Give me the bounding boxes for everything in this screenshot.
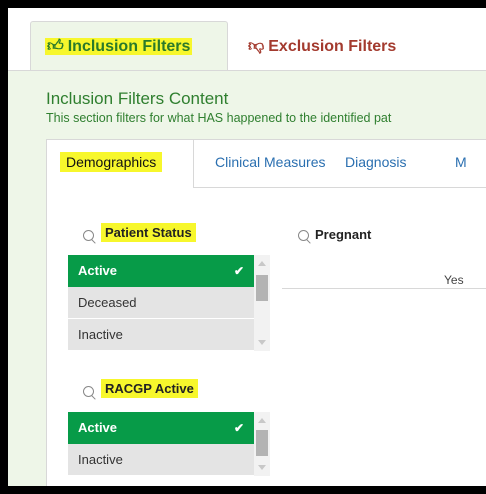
checkmark-icon: ✔ (233, 264, 244, 278)
scroll-down-icon[interactable] (258, 340, 266, 345)
list-item-deceased[interactable]: Deceased (68, 287, 254, 319)
checkmark-icon: ✔ (233, 421, 244, 435)
list-item-label: Deceased (78, 295, 137, 310)
tab-inclusion-filters[interactable]: 👍︎ Inclusion Filters (45, 37, 193, 56)
tab-more[interactable]: M (455, 154, 467, 170)
pregnant-label: Pregnant (315, 227, 372, 242)
content-subtitle: This section filters for what HAS happen… (46, 111, 392, 125)
tab-clinical-measures[interactable]: Clinical Measures (215, 154, 325, 170)
scrollbar-thumb[interactable] (256, 430, 268, 456)
list-item-active[interactable]: Active ✔ (68, 255, 254, 287)
list-item-inactive[interactable]: Inactive (68, 319, 254, 351)
patient-status-listbox[interactable]: Active ✔ Deceased Inactive (68, 255, 270, 351)
list-item-label: Inactive (78, 452, 123, 467)
list-item-inactive[interactable]: Inactive (68, 444, 254, 476)
tab-demographics[interactable]: Demographics (60, 152, 163, 172)
scrollbar[interactable] (254, 412, 270, 476)
list-item-active[interactable]: Active ✔ (68, 412, 254, 444)
content-title: Inclusion Filters Content (46, 89, 229, 108)
racgp-active-label: RACGP Active (101, 379, 198, 398)
scroll-up-icon[interactable] (258, 418, 266, 423)
search-icon[interactable] (83, 230, 94, 241)
scroll-down-icon[interactable] (258, 465, 266, 470)
scroll-up-icon[interactable] (258, 261, 266, 266)
tab-exclusion-label: Exclusion Filters (268, 38, 397, 55)
filter-type-tabbar: 👍︎ Inclusion Filters 👎︎ Exclusion Filters (8, 8, 486, 74)
patient-status-label: Patient Status (101, 223, 196, 242)
racgp-active-header[interactable]: RACGP Active (101, 379, 198, 398)
tab-inclusion-label: Inclusion Filters (67, 38, 191, 55)
app-frame: 👍︎ Inclusion Filters 👎︎ Exclusion Filters … (8, 8, 486, 486)
tab-exclusion-filters[interactable]: 👎︎ Exclusion Filters (248, 37, 396, 56)
pregnant-value-yes[interactable]: Yes (444, 273, 464, 287)
list-item-label: Active (78, 263, 118, 278)
tab-diagnosis[interactable]: Diagnosis (345, 154, 406, 170)
scrollbar-thumb[interactable] (256, 275, 268, 301)
patient-status-header[interactable]: Patient Status (101, 223, 196, 242)
racgp-active-listbox[interactable]: Active ✔ Inactive (68, 412, 270, 476)
pregnant-header[interactable]: Pregnant (315, 227, 371, 242)
scrollbar[interactable] (254, 255, 270, 351)
thumbs-up-icon: 👍︎ (47, 38, 64, 55)
tab-divider (194, 187, 486, 188)
list-item-label: Inactive (78, 327, 123, 342)
list-item-label: Active (78, 420, 118, 435)
search-icon[interactable] (298, 230, 309, 241)
search-icon[interactable] (83, 386, 94, 397)
thumbs-down-icon: 👎︎ (248, 38, 265, 55)
